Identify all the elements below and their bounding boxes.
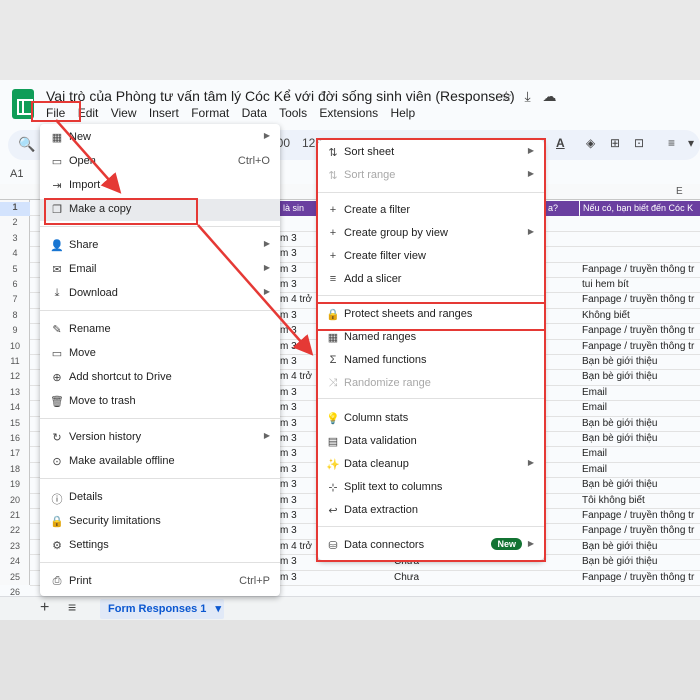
arrow-copy-to-data-menu — [197, 224, 314, 356]
arrow-file-to-copy — [55, 119, 122, 194]
bottom-margin — [0, 620, 700, 700]
annotation-arrows — [55, 119, 314, 356]
